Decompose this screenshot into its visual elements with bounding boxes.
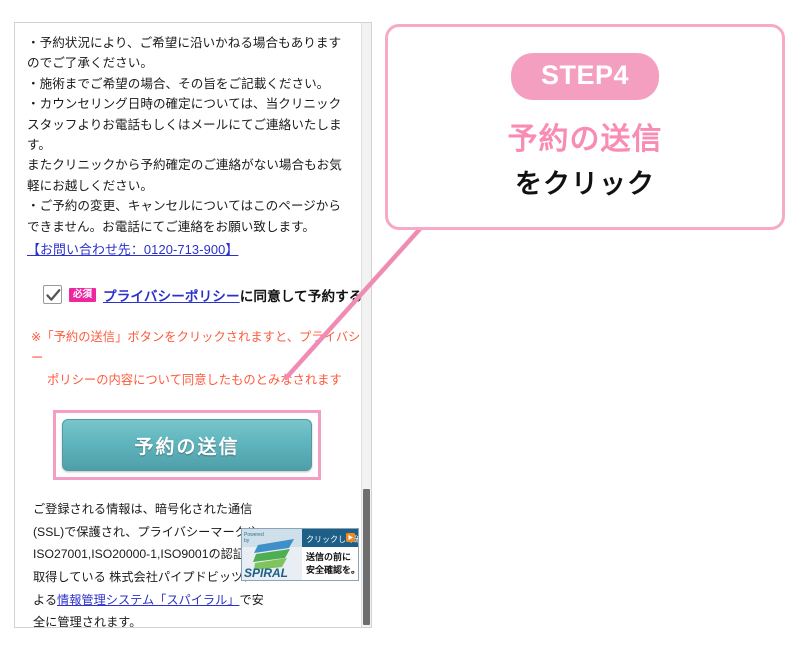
required-badge: 必須 [69, 287, 97, 303]
submit-reservation-button[interactable]: 予約の送信 [62, 419, 312, 472]
privacy-policy-link[interactable]: プライバシーポリシー [103, 289, 240, 304]
consent-warning: ※「予約の送信」ボタンをクリックされますと、プライバシー ポリシーの内容について… [31, 327, 361, 392]
notice-block: ・予約状況により、ご希望に沿いかねる場合もありますのでご了承ください。 ・施術ま… [15, 23, 364, 261]
callout-instruction-action: をクリック [515, 169, 655, 199]
warning-line-1: ※「予約の送信」ボタンをクリックされますと、プライバシー [31, 329, 361, 366]
svg-text:安全確認を。: 安全確認を。 [306, 564, 358, 575]
ssl-info-block: ご登録される情報は、暗号化された通信(SSL)で保護され、プライバシーマークやI… [33, 498, 359, 627]
reservation-form-panel: ・予約状況により、ご希望に沿いかねる場合もありますのでご了承ください。 ・施術ま… [14, 22, 372, 628]
notice-line-5: ・ご予約の変更、キャンセルについてはこのページからできません。お電話にてご連絡を… [27, 199, 341, 234]
notice-line-1: ・予約状況により、ご希望に沿いかねる場合もありますのでご了承ください。 [27, 36, 342, 71]
notice-line-2: ・施術までご希望の場合、その旨をご記載ください。 [27, 76, 330, 91]
spiral-badge-graphic: Powered by クリックして確認 SPIRAL 送信の前に 安全確認を。 [242, 529, 358, 581]
step-callout-panel: STEP4 予約の送信 をクリック [385, 24, 785, 230]
svg-text:by: by [244, 538, 250, 544]
scrollbar-thumb[interactable] [363, 489, 370, 625]
spiral-system-link[interactable]: 情報管理システム「スパイラル」 [57, 593, 239, 607]
svg-text:SPIRAL: SPIRAL [244, 566, 288, 580]
ssl-text: ご登録される情報は、暗号化された通信(SSL)で保護され、プライバシーマークやI… [33, 498, 265, 627]
contact-tel-link[interactable]: 【お問い合わせ先：0120-713-900】 [27, 240, 238, 261]
spiral-trust-badge[interactable]: Powered by クリックして確認 SPIRAL 送信の前に 安全確認を。 [241, 528, 359, 582]
ssl-text-part1: ご登録される情報は、暗号化された通信(SSL)で保護され、プライバシーマークやI… [33, 502, 260, 607]
notice-line-3: ・カウンセリング日時の確定については、当クリニックスタッフよりお電話もしくはメー… [27, 97, 342, 152]
warning-line-2: ポリシーの内容について同意したものとみなされます [47, 372, 342, 387]
checkmark-icon [46, 289, 61, 302]
consent-suffix: に同意して予約する [239, 288, 363, 304]
submit-button-highlight: 予約の送信 [53, 410, 321, 481]
svg-text:送信の前に: 送信の前に [305, 551, 351, 562]
consent-row[interactable]: 必須 プライバシーポリシーに同意して予約する [43, 285, 364, 305]
consent-checkbox[interactable] [43, 285, 62, 305]
step-badge: STEP4 [510, 53, 660, 100]
consent-label: プライバシーポリシーに同意して予約する [103, 285, 363, 305]
notice-line-4: またクリニックから予約確定のご連絡がない場合もお気軽にお越しください。 [27, 158, 342, 193]
form-scroll-content: ・予約状況により、ご希望に沿いかねる場合もありますのでご了承ください。 ・施術ま… [15, 23, 364, 627]
scrollbar-track[interactable] [361, 23, 371, 627]
callout-instruction-target: 予約の送信 [507, 123, 663, 156]
